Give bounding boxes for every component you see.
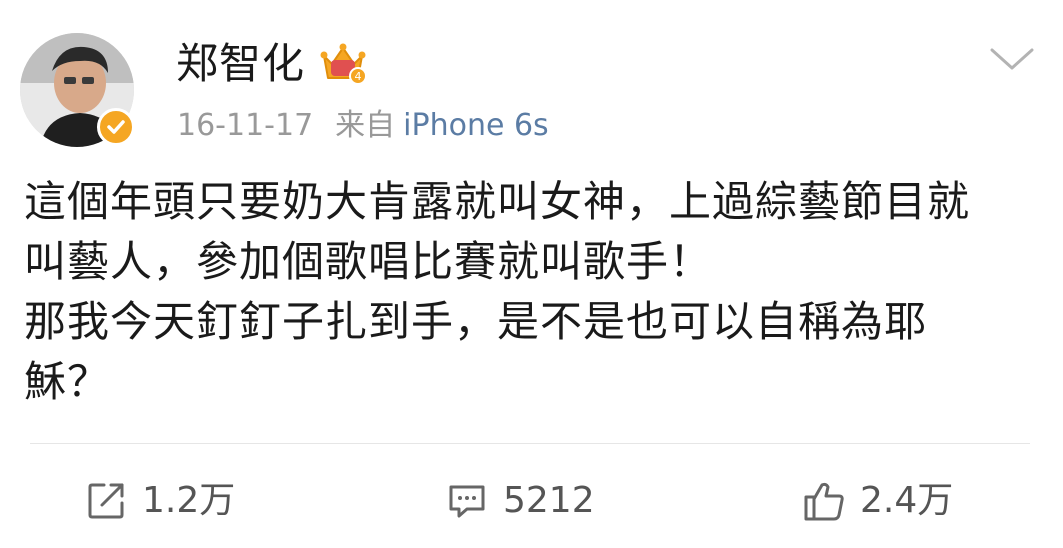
source-device-link[interactable]: iPhone 6s	[403, 108, 549, 143]
comment-icon	[449, 485, 485, 518]
divider	[30, 443, 1030, 444]
post-time: 16-11-17	[177, 108, 314, 143]
verified-check-icon	[107, 120, 125, 134]
repost-button[interactable]: 1.2万	[84, 466, 235, 536]
action-bar: 1.2万 5212 2.4万	[0, 466, 1063, 536]
crown-level: 4	[355, 70, 362, 83]
post-header: 郑智化 4 16-11-17 来自 iPhone 6s	[0, 0, 1063, 160]
post-body-line: 叫藝人，參加個歌唱比賽就叫歌手！	[24, 237, 713, 286]
chevron-down-icon[interactable]	[988, 44, 1036, 74]
crown-icon[interactable]: 4	[318, 38, 368, 88]
post-body-line: 那我今天釘釘子扎到手，是不是也可以自稱為耶	[24, 297, 928, 346]
post-body-line: 這個年頭只要奶大肯露就叫女神，上過綜藝節目就	[24, 177, 971, 226]
post-meta: 16-11-17 来自 iPhone 6s	[177, 104, 549, 148]
repost-count: 1.2万	[142, 480, 236, 521]
like-count: 2.4万	[860, 480, 954, 521]
thumbs-up-icon	[804, 482, 844, 521]
repost-icon	[88, 483, 124, 519]
source-prefix: 来自	[335, 108, 396, 143]
comment-button[interactable]: 5212	[445, 466, 595, 536]
post-body-line: 穌？	[24, 357, 111, 406]
like-button[interactable]: 2.4万	[802, 466, 953, 536]
author-name[interactable]: 郑智化	[176, 38, 305, 90]
post-body: 這個年頭只要奶大肯露就叫女神，上過綜藝節目就 叫藝人，參加個歌唱比賽就叫歌手！ …	[24, 172, 1034, 412]
verified-badge	[97, 108, 135, 146]
comment-count: 5212	[503, 480, 595, 521]
